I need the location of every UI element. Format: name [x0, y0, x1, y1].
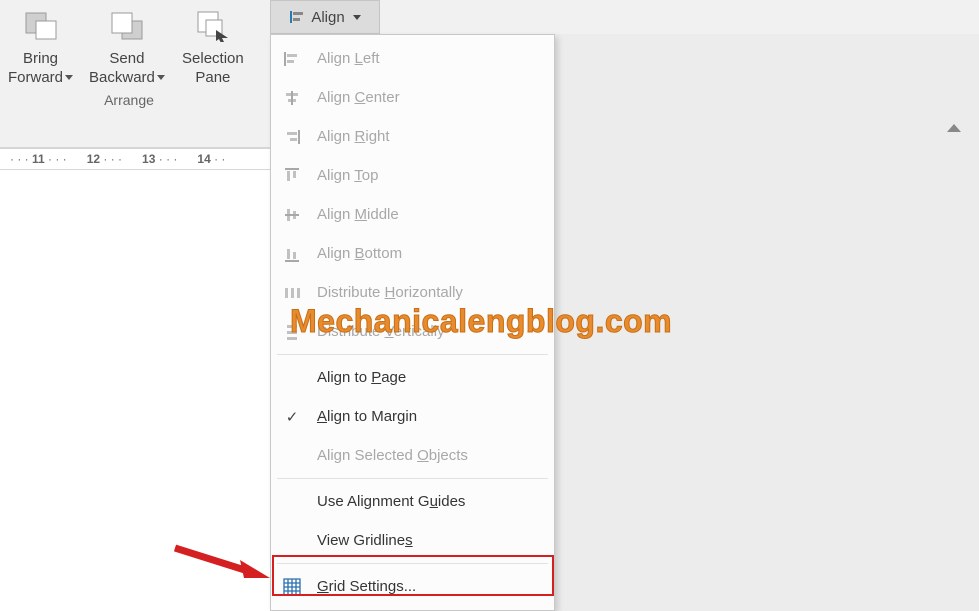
menu-item-align-center: Align Center: [273, 78, 552, 117]
menu-item-icon-empty: [281, 491, 303, 513]
bring-forward-label: Bring Forward: [8, 50, 63, 86]
menu-item-label: View Gridlines: [317, 532, 542, 549]
menu-item-label: Align Selected Objects: [317, 447, 542, 464]
align-top-icon: [281, 165, 303, 187]
menu-item-use-alignment-guides[interactable]: Use Alignment Guides: [273, 482, 552, 521]
menu-item-icon-empty: [281, 445, 303, 467]
menu-item-label: Align Left: [317, 50, 542, 67]
align-center-icon: [281, 87, 303, 109]
menu-item-icon-empty: [281, 530, 303, 552]
selection-pane-button[interactable]: Selection Pane: [173, 4, 253, 90]
menu-item-view-gridlines[interactable]: View Gridlines: [273, 521, 552, 560]
ruler-mark: · · · 11 · · ·: [10, 152, 67, 166]
align-dropdown-menu: Align Left Align Center Align Right Align T…: [270, 34, 555, 611]
menu-item-icon-empty: [281, 367, 303, 389]
menu-item-label: Use Alignment Guides: [317, 493, 542, 510]
menu-item-grid-settings[interactable]: Grid Settings...: [273, 567, 552, 606]
align-dropdown-button[interactable]: Align: [270, 0, 380, 34]
chevron-down-icon: [65, 75, 73, 80]
selection-pane-icon: [195, 8, 231, 44]
menu-item-align-to-margin[interactable]: Align to Margin: [273, 397, 552, 436]
send-backward-label: Send Backward: [89, 50, 155, 86]
ribbon-group-label: Arrange: [0, 92, 258, 108]
menu-item-label: Grid Settings...: [317, 578, 542, 595]
bring-forward-button[interactable]: Bring Forward: [0, 4, 81, 90]
collapse-ribbon-icon[interactable]: [947, 124, 961, 132]
chevron-down-icon: [353, 15, 361, 20]
ruler-mark: 14 · ·: [197, 152, 225, 166]
menu-item-label: Distribute Horizontally: [317, 284, 542, 301]
send-backward-icon: [109, 8, 145, 44]
document-area: [0, 170, 270, 611]
bring-forward-icon: [23, 8, 59, 44]
horizontal-ruler: · · · 11 · · · 12 · · · 13 · · · 14 · ·: [0, 148, 270, 170]
align-right-icon: [281, 126, 303, 148]
chevron-down-icon: [157, 75, 165, 80]
menu-item-label: Align to Page: [317, 369, 542, 386]
menu-separator: [277, 354, 548, 355]
menu-separator: [277, 563, 548, 564]
menu-item-align-to-page[interactable]: Align to Page: [273, 358, 552, 397]
menu-item-align-left: Align Left: [273, 39, 552, 78]
menu-item-align-top: Align Top: [273, 156, 552, 195]
align-middle-icon: [281, 204, 303, 226]
menu-item-align-bottom: Align Bottom: [273, 234, 552, 273]
menu-item-distribute-vertically: Distribute Vertically: [273, 312, 552, 351]
align-left-icon: [281, 48, 303, 70]
menu-item-label: Align Center: [317, 89, 542, 106]
align-button-label: Align: [311, 9, 344, 26]
ruler-mark: 13 · · ·: [142, 152, 177, 166]
menu-item-align-right: Align Right: [273, 117, 552, 156]
check: [281, 406, 303, 428]
distribute-v-icon: [281, 321, 303, 343]
menu-item-label: Align Middle: [317, 206, 542, 223]
menu-item-align-middle: Align Middle: [273, 195, 552, 234]
grid-icon: [281, 576, 303, 598]
distribute-h-icon: [281, 282, 303, 304]
selection-pane-label: Selection Pane: [182, 50, 244, 88]
menu-item-label: Align to Margin: [317, 408, 542, 425]
menu-item-label: Align Bottom: [317, 245, 542, 262]
menu-item-label: Distribute Vertically: [317, 323, 542, 340]
send-backward-button[interactable]: Send Backward: [81, 4, 173, 90]
align-bottom-icon: [281, 243, 303, 265]
menu-item-distribute-horizontally: Distribute Horizontally: [273, 273, 552, 312]
menu-item-align-selected-objects: Align Selected Objects: [273, 436, 552, 475]
menu-item-label: Align Right: [317, 128, 542, 145]
menu-separator: [277, 478, 548, 479]
align-icon: [289, 9, 305, 25]
ruler-mark: 12 · · ·: [87, 152, 122, 166]
menu-item-label: Align Top: [317, 167, 542, 184]
